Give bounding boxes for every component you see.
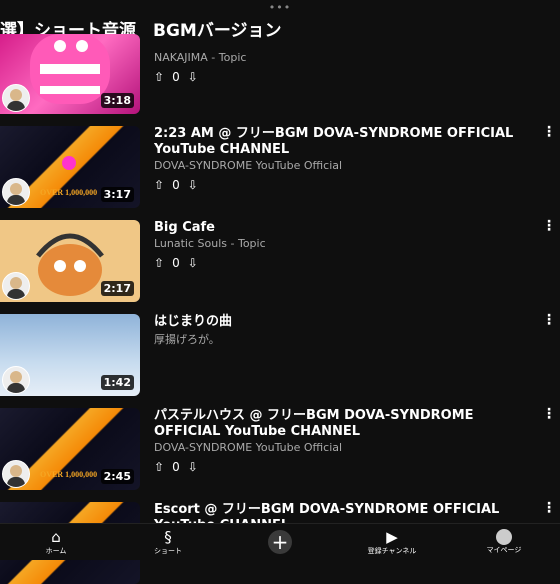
list-item[interactable]: OVER 1,000,000 3:17 2:23 AM @ フリーBGM DOV… bbox=[0, 120, 560, 208]
nav-label: 登録チャンネル bbox=[367, 547, 417, 555]
nav-home[interactable]: ⌂ ホーム bbox=[21, 528, 91, 556]
dislike-icon[interactable]: ⇩ bbox=[188, 178, 198, 192]
channel-name: DOVA-SYNDROME YouTube Official bbox=[154, 159, 343, 172]
dislike-icon[interactable]: ⇩ bbox=[188, 256, 198, 270]
thumb-text: OVER 1,000,000 bbox=[40, 188, 98, 197]
more-options-icon[interactable]: ⋮ bbox=[542, 406, 556, 422]
more-options-icon[interactable]: ⋮ bbox=[542, 500, 556, 516]
drag-handle[interactable]: ••• bbox=[269, 2, 291, 13]
video-thumbnail[interactable]: OVER 1,000,000 2:45 bbox=[0, 408, 140, 490]
like-icon[interactable]: ⇧ bbox=[154, 178, 164, 192]
video-thumbnail[interactable]: 3:18 bbox=[0, 34, 140, 114]
channel-avatar bbox=[2, 366, 30, 394]
like-icon[interactable]: ⇧ bbox=[154, 256, 164, 270]
dislike-icon[interactable]: ⇩ bbox=[188, 70, 198, 84]
bottom-navigation: ⌂ ホーム § ショート + ▶ 登録チャンネル マイページ bbox=[0, 523, 560, 560]
thumb-text: OVER 1,000,000 bbox=[40, 470, 98, 479]
nav-shorts[interactable]: § ショート bbox=[133, 528, 203, 556]
like-count: 0 bbox=[172, 178, 180, 192]
like-count: 0 bbox=[172, 460, 180, 474]
nav-label: ホーム bbox=[45, 547, 67, 555]
duration-badge: 2:17 bbox=[100, 281, 134, 296]
shorts-icon: § bbox=[164, 528, 172, 546]
home-icon: ⌂ bbox=[51, 528, 61, 546]
video-thumbnail[interactable]: OVER 1,000,000 3:17 bbox=[0, 126, 140, 208]
channel-avatar bbox=[2, 84, 30, 112]
more-options-icon[interactable]: ⋮ bbox=[542, 312, 556, 328]
channel-avatar bbox=[2, 460, 30, 488]
vote-bar: ⇧ 0 ⇩ bbox=[154, 70, 536, 84]
channel-name: DOVA-SYNDROME YouTube Official bbox=[154, 441, 343, 454]
video-thumbnail[interactable]: 2:17 bbox=[0, 220, 140, 302]
channel-name: NAKAJIMA - Topic bbox=[154, 51, 247, 64]
video-title[interactable]: はじまりの曲 bbox=[154, 314, 536, 330]
list-item[interactable]: 1:42 はじまりの曲 厚揚げろが。 ⋮ bbox=[0, 308, 560, 396]
like-count: 0 bbox=[172, 70, 180, 84]
avatar-icon bbox=[496, 529, 512, 545]
logo-icon bbox=[62, 156, 76, 170]
subscriptions-icon: ▶ bbox=[386, 528, 398, 546]
nav-label: マイページ bbox=[486, 546, 522, 554]
like-count: 0 bbox=[172, 256, 180, 270]
list-item[interactable]: 2:17 Big Cafe Lunatic Souls - Topic ⇧ 0 … bbox=[0, 214, 560, 302]
video-title[interactable]: 2:23 AM @ フリーBGM DOVA-SYNDROME OFFICIAL … bbox=[154, 126, 536, 158]
like-icon[interactable]: ⇧ bbox=[154, 460, 164, 474]
more-options-icon[interactable]: ⋮ bbox=[542, 124, 556, 140]
channel-avatar bbox=[2, 272, 30, 300]
channel-name: 厚揚げろが。 bbox=[154, 333, 220, 346]
list-item[interactable]: 3:18 NAKAJIMA - Topic ⇧ 0 ⇩ bbox=[0, 34, 560, 118]
nav-create[interactable]: + bbox=[245, 530, 315, 554]
channel-name: Lunatic Souls - Topic bbox=[154, 237, 266, 250]
video-thumbnail[interactable]: 1:42 bbox=[0, 314, 140, 396]
dislike-icon[interactable]: ⇩ bbox=[188, 460, 198, 474]
create-icon: + bbox=[268, 530, 292, 554]
more-options-icon[interactable]: ⋮ bbox=[542, 218, 556, 234]
duration-badge: 3:18 bbox=[100, 93, 134, 108]
vote-bar: ⇧ 0 ⇩ bbox=[154, 178, 536, 192]
nav-mypage[interactable]: マイページ bbox=[469, 529, 539, 555]
video-title[interactable]: Big Cafe bbox=[154, 220, 536, 236]
nav-label: ショート bbox=[154, 547, 182, 555]
duration-badge: 2:45 bbox=[100, 469, 134, 484]
channel-avatar bbox=[2, 178, 30, 206]
list-item[interactable]: OVER 1,000,000 2:45 パステルハウス @ フリーBGM DOV… bbox=[0, 402, 560, 490]
vote-bar: ⇧ 0 ⇩ bbox=[154, 256, 536, 270]
vote-bar: ⇧ 0 ⇩ bbox=[154, 460, 536, 474]
video-title[interactable]: パステルハウス @ フリーBGM DOVA-SYNDROME OFFICIAL … bbox=[154, 408, 536, 440]
like-icon[interactable]: ⇧ bbox=[154, 70, 164, 84]
duration-badge: 3:17 bbox=[100, 187, 134, 202]
nav-subscriptions[interactable]: ▶ 登録チャンネル bbox=[357, 528, 427, 556]
duration-badge: 1:42 bbox=[100, 375, 134, 390]
